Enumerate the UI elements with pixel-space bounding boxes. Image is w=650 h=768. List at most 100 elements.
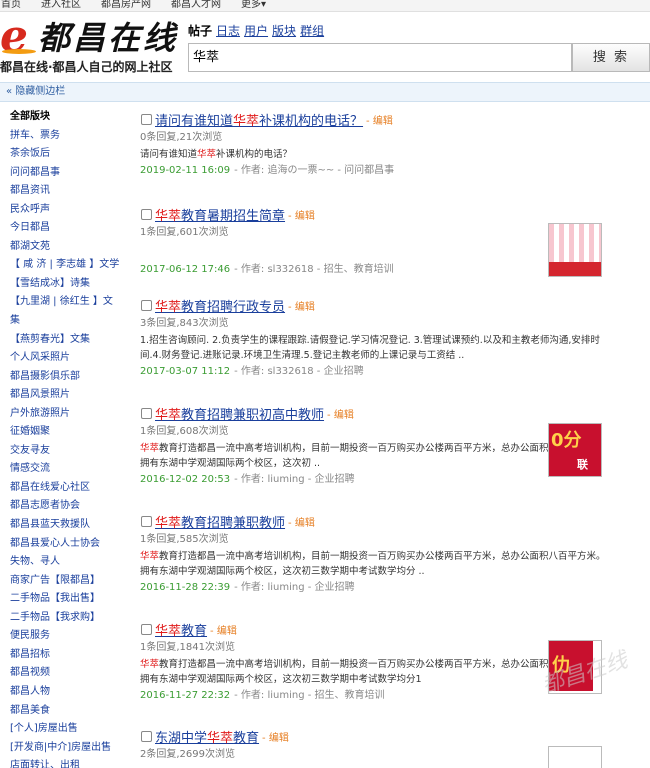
- site-logo[interactable]: e 都昌在线: [0, 14, 186, 59]
- sidebar-item[interactable]: 都昌摄影俱乐部: [0, 368, 124, 387]
- result-title-link[interactable]: 华萃教育: [155, 620, 207, 639]
- logo-text: 都昌在线: [38, 19, 179, 57]
- sidebar-item[interactable]: 民众呼声: [0, 201, 124, 220]
- edit-link[interactable]: - 编辑: [262, 729, 289, 744]
- sidebar-item[interactable]: 都昌资讯: [0, 182, 124, 201]
- edit-link[interactable]: - 编辑: [210, 622, 237, 637]
- sidebar-item[interactable]: 【九里湖 | 徐红生 】文集: [0, 293, 124, 330]
- search-tab-users[interactable]: 用户: [244, 24, 268, 38]
- select-checkbox[interactable]: [141, 299, 152, 311]
- select-checkbox[interactable]: [141, 623, 152, 635]
- hide-sidebar-link[interactable]: « 隐藏侧边栏: [0, 82, 650, 102]
- sidebar-item[interactable]: [个人]房屋出售: [0, 720, 124, 739]
- result-date: 2017-03-07 11:12: [140, 366, 231, 377]
- edit-link[interactable]: - 编辑: [366, 112, 393, 127]
- sidebar-item[interactable]: 都昌在线爱心社区: [0, 479, 124, 498]
- sidebar-item[interactable]: 都昌县爱心人士协会: [0, 535, 124, 554]
- title-text: 教育招聘兼职教师: [181, 515, 286, 531]
- sidebar-item[interactable]: 【燕剪春光】文集: [0, 331, 124, 350]
- post-thumbnail[interactable]: [548, 223, 602, 277]
- sidebar-item[interactable]: [开发商|中介]房屋出售: [0, 739, 124, 758]
- sidebar-item[interactable]: 【雪结成冰】诗集: [0, 275, 124, 294]
- sidebar-item[interactable]: 都昌志愿者协会: [0, 497, 124, 516]
- result-excerpt: 请问有谁知道华萃补课机构的电话？: [138, 147, 608, 162]
- post-thumbnail[interactable]: 0分联: [548, 423, 602, 477]
- sidebar-item[interactable]: 个人风采照片: [0, 349, 124, 368]
- select-checkbox[interactable]: [141, 407, 152, 419]
- sidebar-item[interactable]: 都昌招标: [0, 646, 124, 665]
- search-tab-blogs[interactable]: 日志: [216, 24, 240, 38]
- result-item: 华萃教育 - 编辑 1条回复,1841次浏览 华萃教育打造都昌一流中高考培训机构，目前…: [138, 620, 608, 703]
- sidebar-item-all[interactable]: 全部版块: [0, 108, 124, 127]
- select-checkbox[interactable]: [141, 208, 152, 220]
- result-meta: 2016-11-27 22:32- 作者: liuming - 招生、教育培训: [138, 689, 608, 703]
- sidebar-item[interactable]: 征婚姻聚: [0, 423, 124, 442]
- title-keyword: 华萃: [207, 730, 234, 746]
- sidebar-item[interactable]: 交友寻友: [0, 442, 124, 461]
- sidebar-item[interactable]: 二手物品【我出售】: [0, 590, 124, 609]
- edit-link[interactable]: - 编辑: [288, 207, 315, 222]
- result-excerpt: 华萃教育打造都昌一流中高考培训机构，目前一期投资一百万购买办公楼两百平方米，总办…: [138, 441, 608, 471]
- sidebar-item[interactable]: 店面转让、出租: [0, 757, 124, 768]
- result-title-link[interactable]: 华萃教育招聘兼职初高中教师: [155, 404, 324, 423]
- sidebar-item[interactable]: 失物、寻人: [0, 553, 124, 572]
- title-keyword: 华萃: [155, 623, 182, 639]
- sidebar-item[interactable]: 都昌风景照片: [0, 386, 124, 405]
- select-checkbox[interactable]: [141, 515, 152, 527]
- search-tab-forums[interactable]: 版块: [272, 24, 296, 38]
- result-date: 2016-11-28 22:39: [140, 582, 231, 593]
- title-text: 东湖中学: [155, 730, 208, 746]
- result-title-link[interactable]: 华萃教育招聘行政专员: [155, 296, 285, 315]
- sidebar-item[interactable]: 情感交流: [0, 460, 124, 479]
- result-stats: 0条回复,21次浏览: [140, 132, 223, 143]
- excerpt-text: 教育打造都昌一流中高考培训机构，目前一期投资一百万购买办公楼两百平方米，总办公面…: [140, 659, 606, 685]
- title-keyword: 华萃: [233, 113, 260, 129]
- topnav-home-link[interactable]: 首页: [1, 0, 21, 10]
- result-title-link[interactable]: 华萃教育暑期招生简章: [155, 205, 285, 224]
- sidebar-item[interactable]: 都湖文苑: [0, 238, 124, 257]
- result-stats: 3条回复,843次浏览: [140, 318, 229, 329]
- result-title-link[interactable]: 东湖中学华萃教育: [155, 727, 259, 746]
- result-title-link[interactable]: 请问有谁知道华萃补课机构的电话？: [155, 110, 363, 129]
- sidebar-item[interactable]: 问问都昌事: [0, 164, 124, 183]
- topnav-jobs-link[interactable]: 都昌人才网: [171, 0, 221, 10]
- sidebar-item[interactable]: 便民服务: [0, 627, 124, 646]
- edit-link[interactable]: - 编辑: [288, 298, 315, 313]
- result-author-forum: - 作者: liuming - 招生、教育培训: [234, 690, 385, 701]
- sidebar-item[interactable]: 都昌人物: [0, 683, 124, 702]
- edit-link[interactable]: - 编辑: [327, 406, 354, 421]
- search-tab-groups[interactable]: 群组: [300, 24, 324, 38]
- result-stats: 1条回复,1841次浏览: [140, 642, 235, 653]
- result-title-link[interactable]: 华萃教育招聘兼职教师: [155, 512, 285, 531]
- sidebar-item[interactable]: 商家广告【限都昌】: [0, 572, 124, 591]
- excerpt-keyword: 华萃: [140, 551, 160, 562]
- search-tab-posts[interactable]: 帖子: [188, 24, 212, 38]
- search-input[interactable]: 华萃: [188, 43, 572, 72]
- result-title-row: 华萃教育招聘兼职教师 - 编辑: [138, 512, 608, 531]
- search-button[interactable]: 搜 索: [572, 43, 650, 72]
- title-keyword: 华萃: [155, 299, 182, 315]
- sidebar-item[interactable]: 二手物品【我求购】: [0, 609, 124, 628]
- sidebar-item[interactable]: 拼车、票务: [0, 127, 124, 146]
- sidebar-item[interactable]: 【 咸 济 | 李志雄 】文学: [0, 256, 124, 275]
- post-thumbnail[interactable]: [548, 746, 602, 768]
- sidebar-item[interactable]: 都昌视频: [0, 664, 124, 683]
- sidebar-item[interactable]: 今日都昌: [0, 219, 124, 238]
- sidebar-item[interactable]: 户外旅游照片: [0, 405, 124, 424]
- sidebar-item[interactable]: 茶余饭后: [0, 145, 124, 164]
- thumbnail-text: 0分: [551, 430, 582, 451]
- result-title-row: 华萃教育招聘行政专员 - 编辑: [138, 296, 608, 315]
- thumbnail-band: [549, 262, 601, 276]
- topnav-realestate-link[interactable]: 都昌房产网: [101, 0, 151, 10]
- result-item: 东湖中学华萃教育 - 编辑 2条回复,2699次浏览: [138, 727, 608, 762]
- select-checkbox[interactable]: [141, 113, 152, 125]
- topnav-more-link[interactable]: 更多▾: [241, 0, 266, 10]
- sidebar-item[interactable]: 都昌县蓝天救援队: [0, 516, 124, 535]
- excerpt-keyword: 华萃: [140, 443, 160, 454]
- result-title-row: 请问有谁知道华萃补课机构的电话？ - 编辑: [138, 110, 608, 129]
- topnav-community-link[interactable]: 进入社区: [41, 0, 81, 10]
- edit-link[interactable]: - 编辑: [288, 514, 315, 529]
- select-checkbox[interactable]: [141, 730, 152, 742]
- title-keyword: 华萃: [155, 208, 182, 224]
- sidebar-item[interactable]: 都昌美食: [0, 702, 124, 721]
